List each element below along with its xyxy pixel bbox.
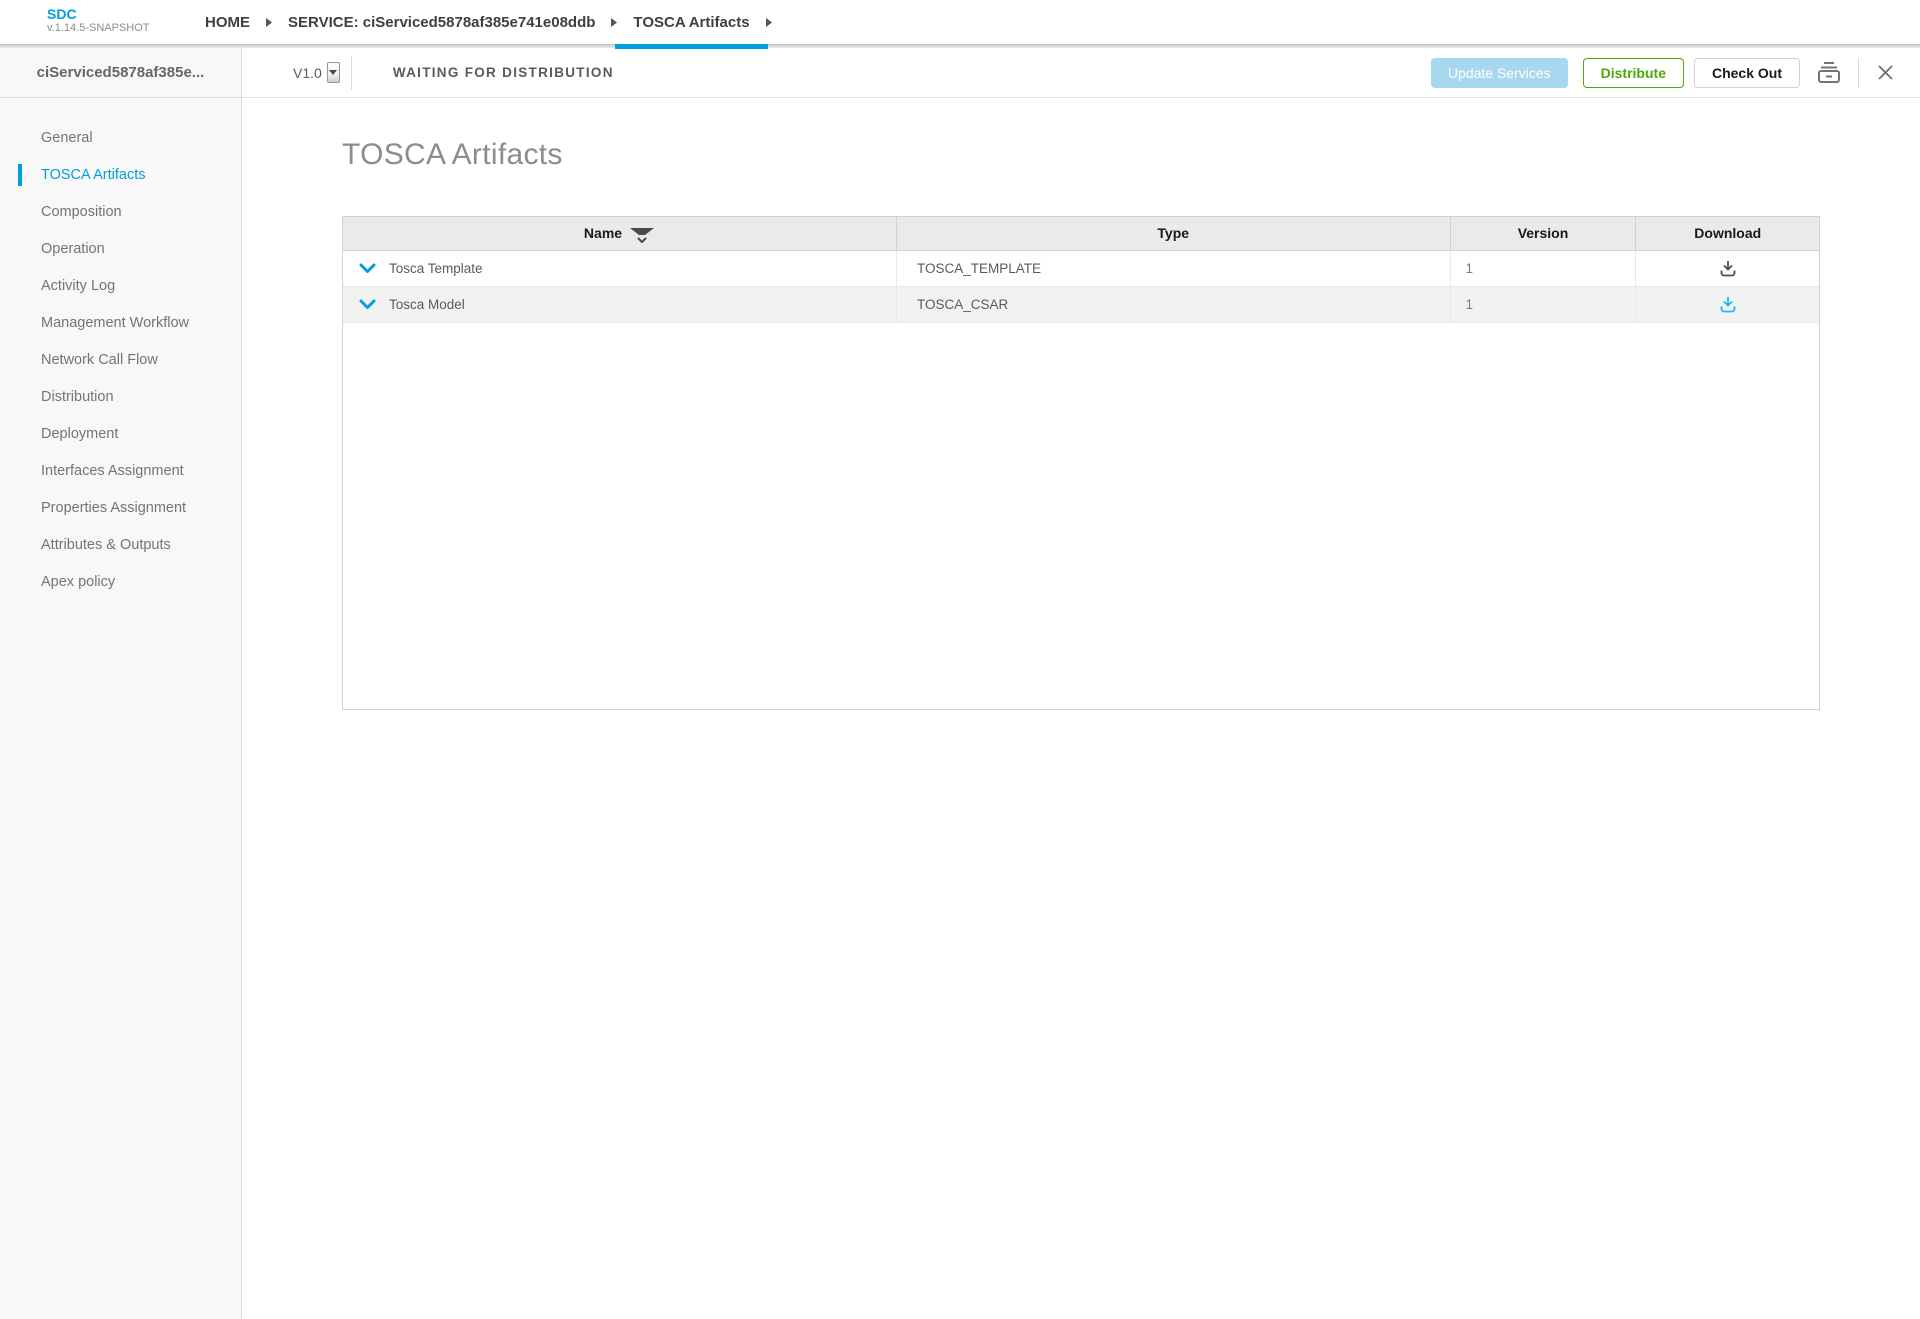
chevron-down-icon [359,263,376,274]
table-body: Tosca Template TOSCA_TEMPLATE 1 [343,250,1819,322]
sidebar-item-general[interactable]: General [0,119,241,156]
print-button[interactable] [1816,61,1842,84]
chevron-down-icon [329,70,337,75]
toolbar-divider [1858,58,1859,88]
page-body: TOSCA Artifacts Name Type [242,98,1920,1319]
update-services-button[interactable]: Update Services [1431,58,1568,88]
sidebar-item-distribution[interactable]: Distribution [0,378,241,415]
sidebar-item-tosca-artifacts[interactable]: TOSCA Artifacts [0,156,241,193]
close-button[interactable] [1877,64,1894,81]
print-icon [1816,61,1842,84]
column-header-type[interactable]: Type [897,217,1451,250]
sidebar-item-network-call-flow[interactable]: Network Call Flow [0,341,241,378]
breadcrumb-arrow-icon [611,18,617,27]
sidebar-item-properties-assignment[interactable]: Properties Assignment [0,489,241,526]
tosca-artifacts-table: Name Type Version Download [342,216,1820,710]
sidebar-item-attributes-outputs[interactable]: Attributes & Outputs [0,526,241,563]
lifecycle-status-label: WAITING FOR DISTRIBUTION [393,65,614,80]
version-dropdown-spinner[interactable] [327,62,340,83]
sidebar-item-apex-policy[interactable]: Apex policy [0,563,241,600]
artifact-name: Tosca Model [389,297,465,312]
table-header-row: Name Type Version Download [343,217,1819,250]
breadcrumb: HOME SERVICE: ciServiced5878af385e741e08… [205,0,788,44]
version-selector[interactable]: V1.0 [293,62,340,83]
column-header-name[interactable]: Name [343,217,897,250]
expand-row-button[interactable] [359,263,376,274]
artifact-type: TOSCA_TEMPLATE [897,250,1451,286]
chevron-down-icon [359,299,376,310]
sdc-version-text: v.1.14.5-SNAPSHOT [47,22,150,35]
close-icon [1877,64,1894,81]
breadcrumb-item[interactable]: TOSCA Artifacts [633,0,749,44]
download-button[interactable] [1718,296,1738,311]
artifact-version: 1 [1450,286,1636,322]
artifact-version: 1 [1450,250,1636,286]
page-title: TOSCA Artifacts [342,138,563,172]
download-icon [1718,259,1738,278]
artifact-type: TOSCA_CSAR [897,286,1451,322]
sort-icon [629,226,655,243]
toolbar-divider [351,56,352,90]
breadcrumb-item[interactable]: HOME [205,0,250,44]
check-out-button[interactable]: Check Out [1694,58,1800,88]
service-toolbar: V1.0 WAITING FOR DISTRIBUTION Update Ser… [242,48,1920,98]
breadcrumb-arrow-icon [266,18,272,27]
table-row: Tosca Template TOSCA_TEMPLATE 1 [343,250,1819,286]
sidebar-item-operation[interactable]: Operation [0,230,241,267]
service-name-header: ciServiced5878af385e... [0,48,241,98]
sidebar-item-management-workflow[interactable]: Management Workflow [0,304,241,341]
top-bar: SDC v.1.14.5-SNAPSHOT HOME SERVICE: ciSe… [0,0,1920,44]
column-header-download[interactable]: Download [1636,217,1819,250]
sidebar-nav: General TOSCA Artifacts Composition Oper… [0,98,241,600]
download-icon [1718,295,1738,314]
sidebar-item-composition[interactable]: Composition [0,193,241,230]
table-row: Tosca Model TOSCA_CSAR 1 [343,286,1819,322]
sidebar-item-activity-log[interactable]: Activity Log [0,267,241,304]
sidebar-item-deployment[interactable]: Deployment [0,415,241,452]
artifact-name: Tosca Template [389,261,483,276]
column-header-version[interactable]: Version [1450,217,1636,250]
download-button[interactable] [1718,260,1738,275]
distribute-button[interactable]: Distribute [1583,58,1684,88]
sidebar-item-interfaces-assignment[interactable]: Interfaces Assignment [0,452,241,489]
expand-row-button[interactable] [359,299,376,310]
sdc-logo-text: SDC [47,6,150,22]
sidebar: ciServiced5878af385e... General TOSCA Ar… [0,48,242,1319]
sdc-logo[interactable]: SDC v.1.14.5-SNAPSHOT [47,6,150,35]
breadcrumb-arrow-icon [766,18,772,27]
breadcrumb-item[interactable]: SERVICE: ciServiced5878af385e741e08ddb [288,0,595,44]
version-label: V1.0 [293,65,322,81]
